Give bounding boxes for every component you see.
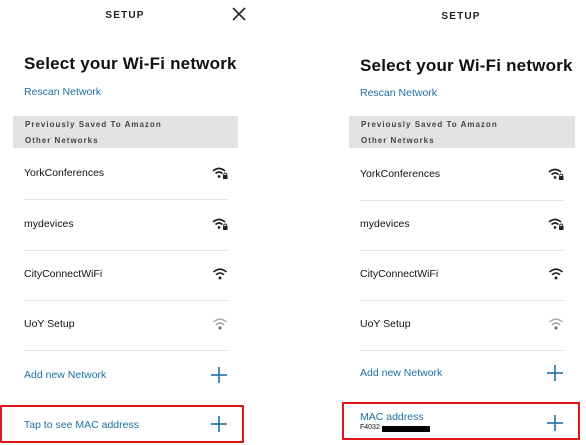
network-row-cityconnectwifi[interactable]: CityConnectWiFi — [360, 250, 564, 301]
wifi-lock-icon — [548, 218, 564, 230]
page-heading: Select your Wi-Fi network — [360, 56, 573, 75]
add-network-label: Add new Network — [360, 367, 443, 379]
network-row-mydevices[interactable]: mydevices — [24, 200, 228, 251]
setup-screen-right: SETUP Select your Wi-Fi network Rescan N… — [336, 0, 586, 444]
wifi-weak-icon — [213, 318, 227, 330]
top-bar: SETUP — [0, 0, 250, 34]
add-network-button[interactable]: Add new Network — [360, 354, 564, 394]
wifi-icon — [212, 268, 228, 280]
page-heading: Select your Wi-Fi network — [24, 54, 237, 73]
saved-section-label: Previously Saved To Amazon — [25, 120, 162, 129]
network-row-uoy-setup[interactable]: UoY Setup — [24, 300, 228, 351]
network-row-uoy-setup[interactable]: UoY Setup — [360, 300, 564, 351]
saved-section-label: Previously Saved To Amazon — [361, 120, 498, 129]
mac-address-label: MAC address — [360, 411, 424, 423]
network-name: YorkConferences — [24, 167, 105, 179]
close-icon[interactable] — [232, 7, 246, 21]
network-name: mydevices — [24, 218, 74, 230]
setup-title: SETUP — [441, 11, 481, 22]
network-name: CityConnectWiFi — [360, 268, 439, 280]
rescan-network-link[interactable]: Rescan Network — [360, 87, 437, 99]
top-bar: SETUP — [336, 0, 586, 34]
plus-icon — [211, 367, 227, 383]
wifi-weak-icon — [549, 318, 563, 330]
plus-icon — [547, 365, 563, 381]
network-name: mydevices — [360, 218, 410, 230]
network-name: CityConnectWiFi — [24, 268, 103, 280]
wifi-lock-icon — [548, 168, 564, 180]
mac-address-label: Tap to see MAC address — [24, 419, 139, 431]
network-row-cityconnectwifi[interactable]: CityConnectWiFi — [24, 250, 228, 301]
redaction-bar — [382, 426, 430, 432]
wifi-icon — [548, 268, 564, 280]
mac-address-value: F4032 — [360, 424, 380, 431]
network-name: UoY Setup — [24, 318, 75, 330]
add-network-button[interactable]: Add new Network — [24, 356, 228, 396]
mac-address-button[interactable]: Tap to see MAC address — [24, 405, 228, 445]
setup-screen-left: SETUP Select your Wi-Fi network Rescan N… — [0, 0, 250, 444]
network-name: UoY Setup — [360, 318, 411, 330]
network-row-yorkconferences[interactable]: YorkConferences — [24, 149, 228, 200]
section-header: Previously Saved To Amazon Other Network… — [13, 116, 238, 148]
network-row-yorkconferences[interactable]: YorkConferences — [360, 150, 564, 201]
plus-icon — [211, 416, 227, 432]
network-name: YorkConferences — [360, 168, 441, 180]
wifi-lock-icon — [212, 218, 228, 230]
wifi-lock-icon — [212, 167, 228, 179]
network-row-mydevices[interactable]: mydevices — [360, 200, 564, 251]
other-section-label: Other Networks — [25, 136, 99, 145]
setup-title: SETUP — [105, 10, 145, 21]
other-section-label: Other Networks — [361, 136, 435, 145]
section-header: Previously Saved To Amazon Other Network… — [349, 116, 575, 148]
plus-icon — [547, 415, 563, 431]
add-network-label: Add new Network — [24, 369, 107, 381]
rescan-network-link[interactable]: Rescan Network — [24, 86, 101, 98]
mac-address-button[interactable]: MAC address F4032 — [360, 404, 564, 444]
